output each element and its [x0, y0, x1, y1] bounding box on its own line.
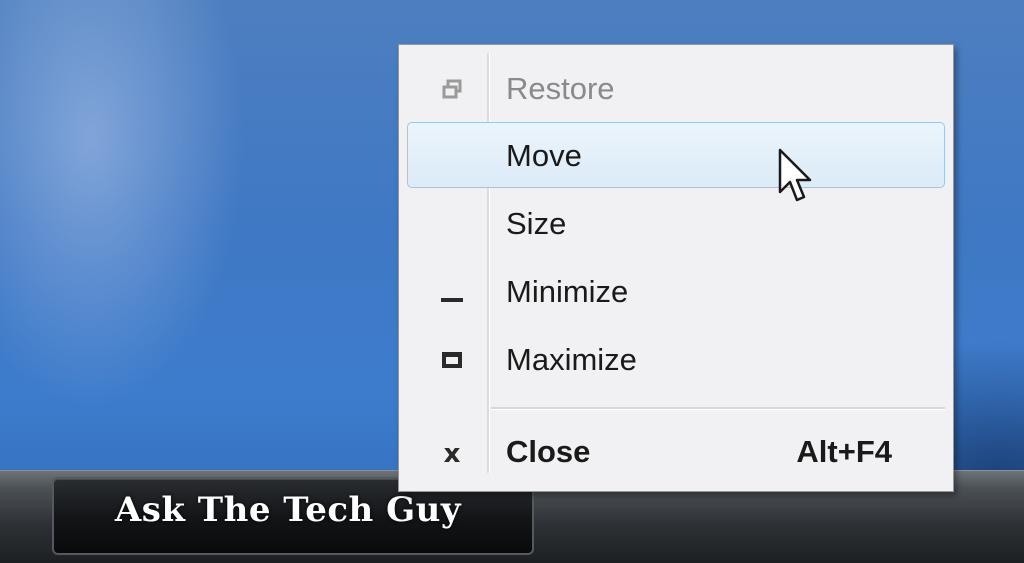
maximize-icon: [424, 327, 480, 393]
keyboard-shortcut: Alt+F4: [796, 434, 892, 469]
menu-item-maximize[interactable]: Maximize: [407, 326, 945, 392]
restore-icon: [424, 56, 480, 122]
menu-item-restore: Restore: [407, 55, 945, 121]
menu-item-label: Restore: [506, 71, 615, 106]
taskbar-window-title: Ask The Tech Guy: [114, 490, 462, 530]
menu-item-minimize[interactable]: Minimize: [407, 258, 945, 324]
close-icon: x: [443, 439, 461, 469]
menu-item-label: Maximize: [506, 342, 637, 377]
menu-item-label: Size: [506, 206, 567, 241]
menu-item-label: Move: [506, 138, 582, 173]
menu-item-close[interactable]: x Close Alt+F4: [407, 418, 945, 484]
menu-item-label: Close: [506, 434, 591, 469]
menu-item-size[interactable]: Size: [407, 190, 945, 256]
menu-item-label: Minimize: [506, 274, 629, 309]
minimize-icon: [424, 259, 480, 325]
menu-item-move[interactable]: Move: [407, 122, 945, 188]
menu-separator: [491, 407, 945, 410]
window-system-menu: Restore Move Size Minimize Maximize x Cl…: [398, 44, 954, 492]
